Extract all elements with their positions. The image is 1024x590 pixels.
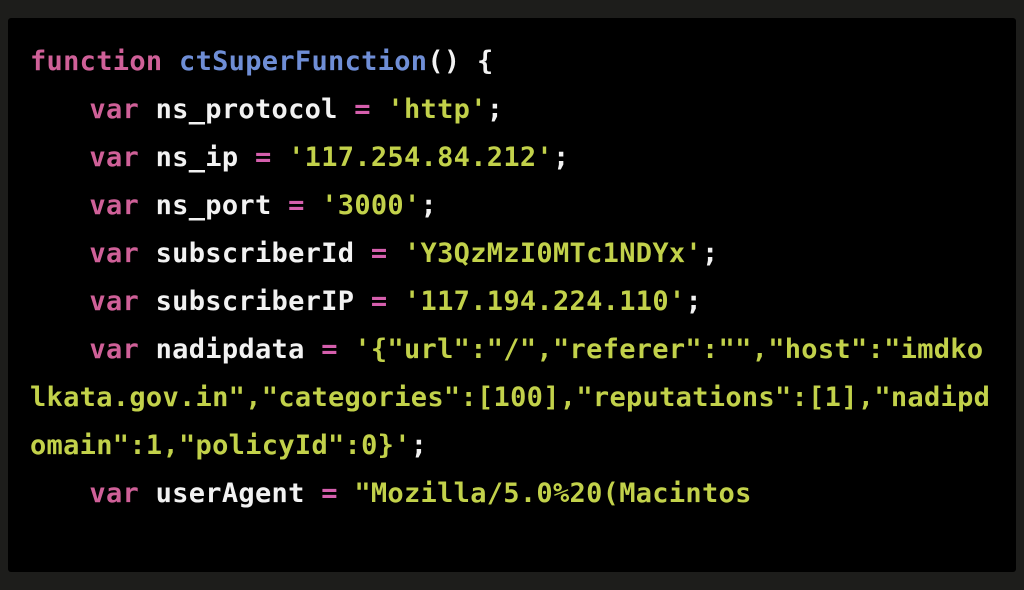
- paren-open: (: [427, 46, 444, 77]
- identifier: subscriberIP: [156, 286, 355, 317]
- semicolon: ;: [553, 142, 570, 173]
- string-literal: 'http': [387, 94, 486, 125]
- operator-eq: =: [288, 190, 305, 221]
- keyword-var: var: [89, 334, 139, 365]
- keyword-function: function: [30, 46, 162, 77]
- semicolon: ;: [685, 286, 702, 317]
- string-literal: '3000': [321, 190, 420, 221]
- identifier: ns_ip: [156, 142, 239, 173]
- operator-eq: =: [321, 334, 338, 365]
- keyword-var: var: [89, 142, 139, 173]
- string-literal: "Mozilla/5.0%20(Macintos: [354, 478, 751, 509]
- semicolon: ;: [411, 430, 428, 461]
- keyword-var: var: [89, 238, 139, 269]
- identifier: ns_port: [156, 190, 272, 221]
- paren-close: ): [444, 46, 461, 77]
- semicolon: ;: [421, 190, 438, 221]
- identifier: ns_protocol: [156, 94, 338, 125]
- identifier: nadipdata: [156, 334, 305, 365]
- code-block: function ctSuperFunction() { var ns_prot…: [8, 18, 1016, 572]
- string-literal: '117.194.224.110': [404, 286, 685, 317]
- string-literal: 'Y3QzMzI0MTc1NDYx': [404, 238, 702, 269]
- semicolon: ;: [702, 238, 719, 269]
- editor-frame: function ctSuperFunction() { var ns_prot…: [0, 0, 1024, 590]
- keyword-var: var: [89, 190, 139, 221]
- keyword-var: var: [89, 286, 139, 317]
- operator-eq: =: [371, 286, 388, 317]
- keyword-var: var: [89, 478, 139, 509]
- operator-eq: =: [354, 94, 371, 125]
- keyword-var: var: [89, 94, 139, 125]
- semicolon: ;: [487, 94, 504, 125]
- identifier: userAgent: [156, 478, 305, 509]
- string-literal: '117.254.84.212': [288, 142, 553, 173]
- brace-open: {: [477, 46, 494, 77]
- operator-eq: =: [371, 238, 388, 269]
- operator-eq: =: [255, 142, 272, 173]
- operator-eq: =: [321, 478, 338, 509]
- function-name: ctSuperFunction: [179, 46, 427, 77]
- identifier: subscriberId: [156, 238, 355, 269]
